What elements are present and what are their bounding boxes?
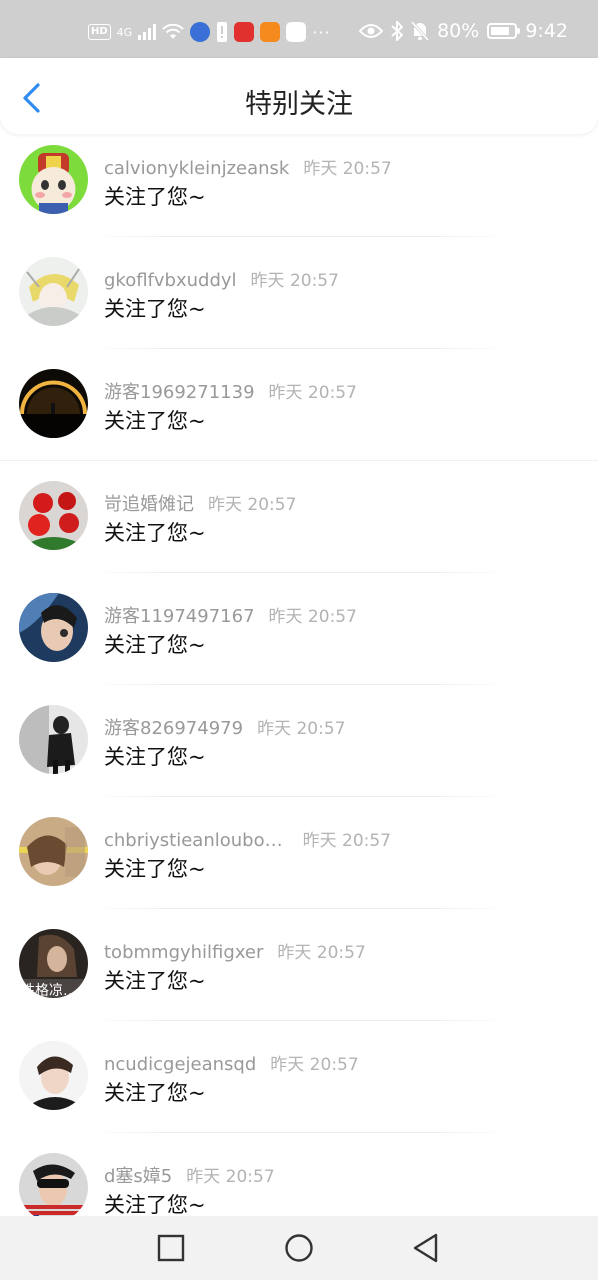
- username[interactable]: d塞s嫜5: [104, 1166, 172, 1187]
- music-app-icon: [190, 22, 211, 42]
- name-line: gkoflfvbxuddyl 昨天 20:57: [104, 266, 339, 291]
- name-line: d塞s嫜5 昨天 20:57: [104, 1162, 275, 1188]
- message-text: 关注了您~: [104, 969, 206, 993]
- status-icons-right: 80% 9:42: [359, 20, 568, 42]
- list-item[interactable]: ncudicgejeansqd 昨天 20:57 关注了您~: [0, 1030, 598, 1142]
- timestamp: 昨天 20:57: [250, 271, 339, 291]
- message-text: 关注了您~: [104, 857, 206, 881]
- back-icon[interactable]: [410, 1232, 442, 1264]
- list-item[interactable]: 岢追婚傩记 昨天 20:57 关注了您~: [0, 470, 598, 582]
- timestamp: 昨天 20:57: [302, 831, 391, 851]
- name-line: chbriystieanloubo… 昨天 20:57: [104, 826, 391, 851]
- timestamp: 昨天 20:57: [257, 719, 346, 739]
- list-item[interactable]: 游客826974979 昨天 20:57 关注了您~: [0, 694, 598, 806]
- name-line: 游客1197497167 昨天 20:57: [104, 602, 357, 628]
- avatar[interactable]: [19, 1041, 88, 1110]
- message-text: 关注了您~: [104, 409, 206, 433]
- status-bar: HD 4G ··· 80% 9:42: [0, 0, 598, 58]
- bluetooth-icon: [391, 21, 404, 41]
- recent-apps-icon[interactable]: [155, 1232, 187, 1264]
- timestamp: 昨天 20:57: [208, 495, 297, 515]
- timestamp: 昨天 20:57: [270, 1055, 359, 1075]
- name-line: calvionykleinjzeansk 昨天 20:57: [104, 154, 392, 179]
- name-line: 岢追婚傩记 昨天 20:57: [104, 490, 296, 516]
- eye-comfort-icon: [359, 24, 384, 38]
- message-text: 关注了您~: [104, 745, 206, 769]
- alert-icon: [217, 22, 228, 42]
- divider: [90, 684, 510, 685]
- avatar[interactable]: [19, 705, 88, 774]
- divider: [90, 1020, 510, 1021]
- timestamp: 昨天 20:57: [186, 1167, 275, 1187]
- more-notifications-icon: ···: [312, 22, 331, 42]
- page-title: 特别关注: [245, 89, 353, 120]
- username[interactable]: gkoflfvbxuddyl: [104, 270, 237, 291]
- message-text: 关注了您~: [104, 185, 206, 209]
- list-item[interactable]: 游客1197497167 昨天 20:57 关注了您~: [0, 582, 598, 694]
- timestamp: 昨天 20:57: [268, 607, 357, 627]
- name-line: ncudicgejeansqd 昨天 20:57: [104, 1050, 359, 1075]
- message-text: 关注了您~: [104, 633, 206, 657]
- video-app-icon: [260, 22, 281, 42]
- list-item[interactable]: gkoflfvbxuddyl 昨天 20:57 关注了您~: [0, 246, 598, 358]
- username[interactable]: 岢追婚傩记: [104, 494, 194, 515]
- username[interactable]: tobmmgyhilfigxer: [104, 942, 263, 963]
- name-line: 游客826974979 昨天 20:57: [104, 714, 345, 740]
- timestamp: 昨天 20:57: [277, 943, 366, 963]
- hd-badge: HD: [88, 24, 111, 40]
- avatar[interactable]: [19, 481, 88, 550]
- signal-icon: [138, 24, 157, 40]
- avatar[interactable]: [19, 369, 88, 438]
- username[interactable]: ncudicgejeansqd: [104, 1054, 256, 1075]
- mute-bell-icon: [411, 21, 430, 41]
- avatar-overlay-text: 性格凉…: [21, 983, 77, 998]
- message-text: 关注了您~: [104, 521, 206, 545]
- divider: [90, 572, 510, 573]
- status-icons-left: HD 4G ···: [88, 22, 330, 42]
- divider: [90, 908, 510, 909]
- list-item[interactable]: chbriystieanloubo… 昨天 20:57 关注了您~: [0, 806, 598, 918]
- huawei-app-icon: [234, 22, 255, 42]
- notification-list[interactable]: calvionykleinjzeansk 昨天 20:57 关注了您~ gkofl…: [0, 134, 598, 1216]
- timestamp: 昨天 20:57: [303, 159, 392, 179]
- wifi-icon: [162, 24, 184, 39]
- avatar[interactable]: [19, 593, 88, 662]
- baidu-app-icon: [286, 22, 307, 42]
- avatar[interactable]: [19, 257, 88, 326]
- battery-percent: 80%: [437, 20, 480, 42]
- avatar[interactable]: 性格凉…: [19, 929, 88, 998]
- network-type: 4G: [116, 25, 133, 39]
- avatar[interactable]: [19, 817, 88, 886]
- top-app-bar: 特别关注: [0, 58, 598, 134]
- name-line: tobmmgyhilfigxer 昨天 20:57: [104, 938, 366, 963]
- battery-icon: [487, 23, 521, 39]
- username[interactable]: calvionykleinjzeansk: [104, 158, 289, 179]
- divider: [0, 460, 598, 461]
- username[interactable]: chbriystieanloubo…: [104, 830, 283, 851]
- name-line: 游客1969271139 昨天 20:57: [104, 378, 357, 404]
- list-item[interactable]: calvionykleinjzeansk 昨天 20:57 关注了您~: [0, 134, 598, 246]
- avatar[interactable]: [19, 145, 88, 214]
- clock: 9:42: [525, 20, 568, 42]
- home-icon[interactable]: [283, 1232, 315, 1264]
- list-item[interactable]: 游客1969271139 昨天 20:57 关注了您~: [0, 358, 598, 470]
- list-item[interactable]: d塞s嫜5 昨天 20:57 关注了您~: [0, 1142, 598, 1216]
- message-text: 关注了您~: [104, 297, 206, 321]
- username[interactable]: 游客1969271139: [104, 382, 255, 403]
- message-text: 关注了您~: [104, 1193, 206, 1216]
- avatar[interactable]: [19, 1153, 88, 1216]
- username[interactable]: 游客826974979: [104, 718, 243, 739]
- message-text: 关注了您~: [104, 1081, 206, 1105]
- list-item[interactable]: 性格凉… tobmmgyhilfigxer 昨天 20:57 关注了您~: [0, 918, 598, 1030]
- divider: [90, 796, 510, 797]
- divider: [90, 1132, 510, 1133]
- divider: [90, 348, 510, 349]
- timestamp: 昨天 20:57: [268, 383, 357, 403]
- system-nav-bar: [0, 1216, 598, 1280]
- username[interactable]: 游客1197497167: [104, 606, 255, 627]
- divider: [90, 236, 510, 237]
